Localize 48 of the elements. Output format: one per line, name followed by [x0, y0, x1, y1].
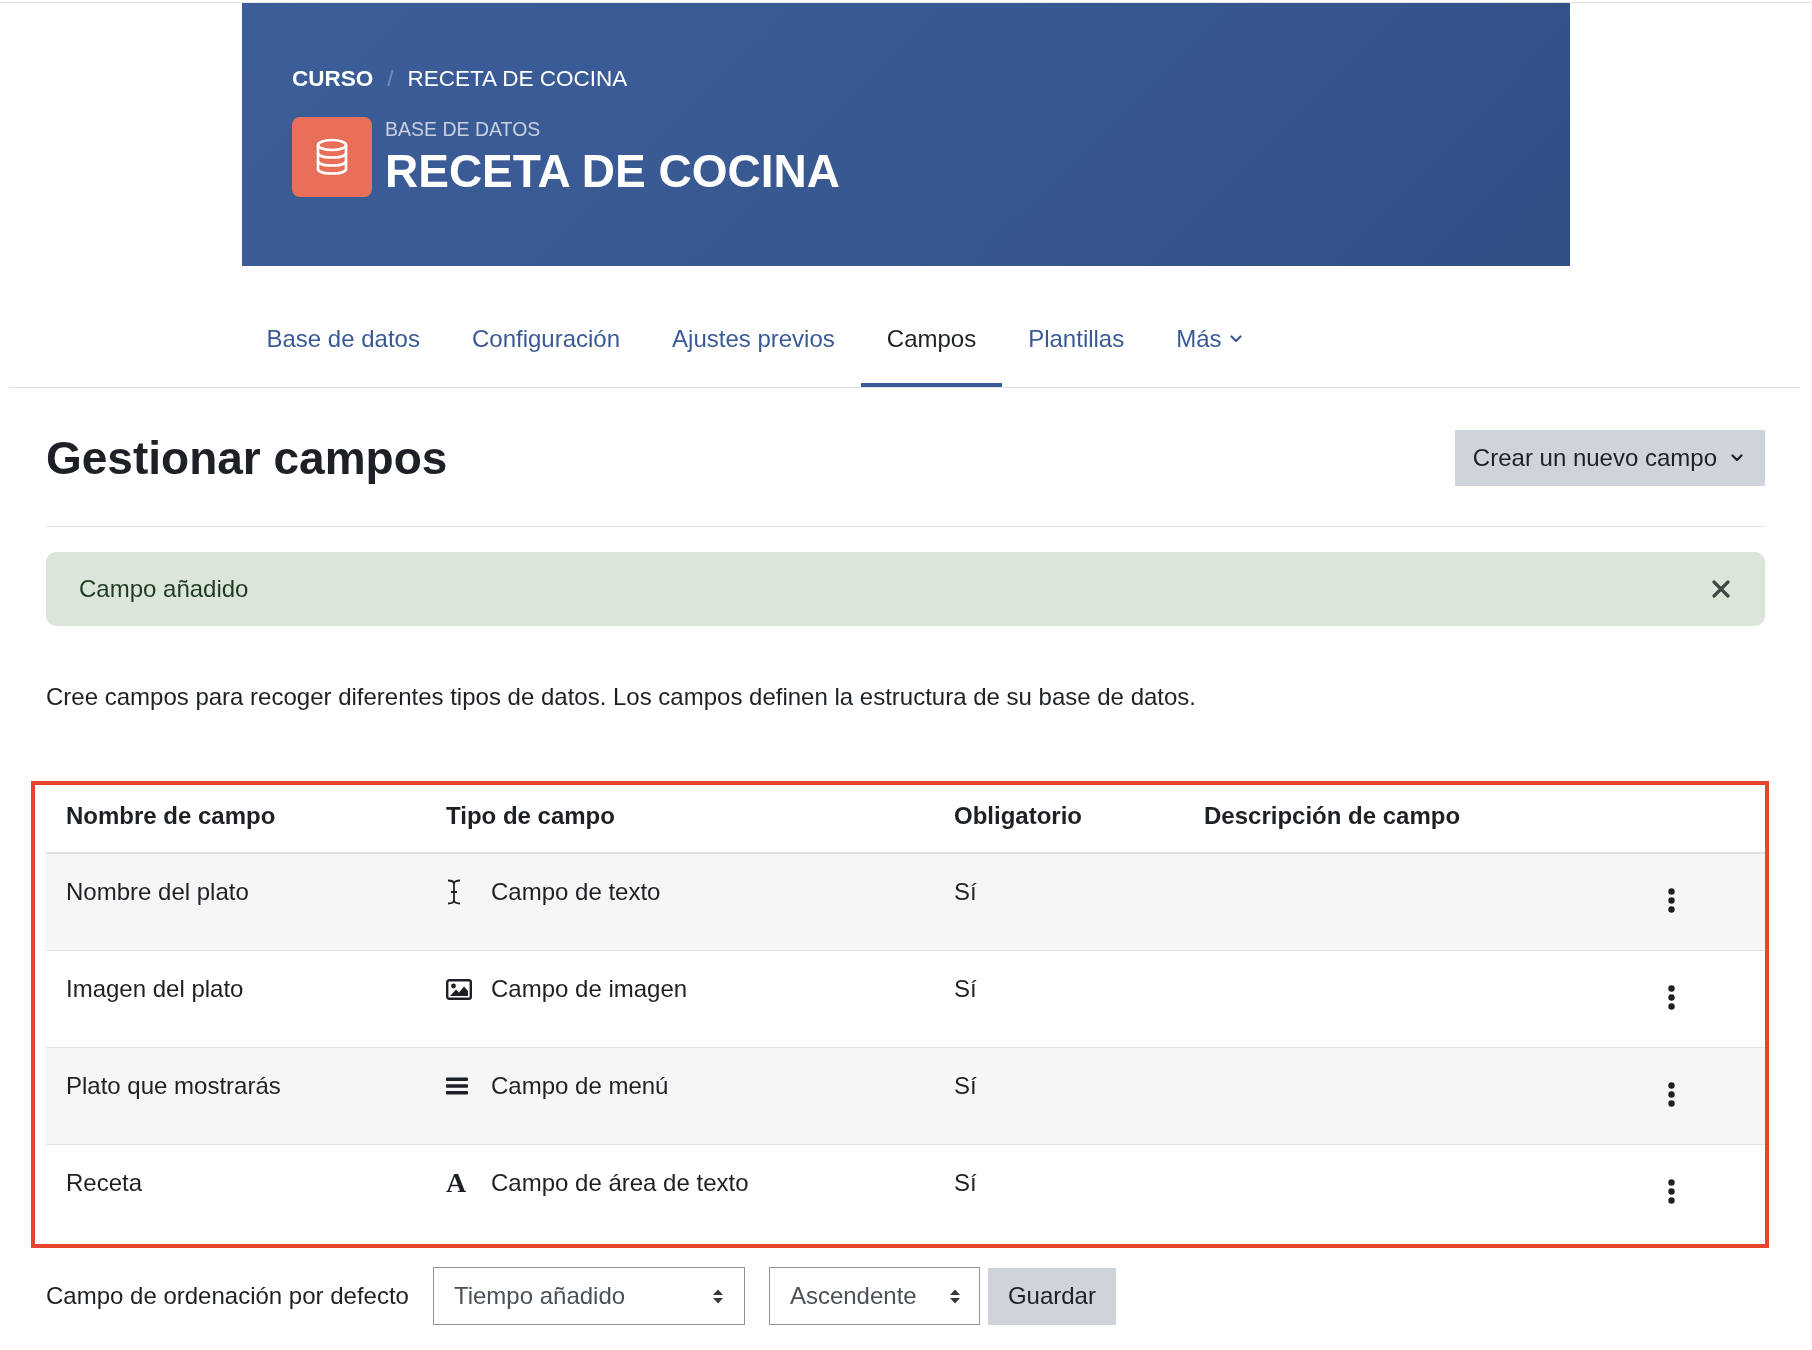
- column-header: Descripción de campo: [1203, 801, 1462, 831]
- table-cell: Sí: [954, 975, 977, 1002]
- close-icon: [1712, 580, 1730, 598]
- sort-arrows-icon: [711, 1287, 724, 1305]
- close-button[interactable]: [1712, 580, 1730, 598]
- vertical-dots-icon: [1668, 1082, 1675, 1107]
- nav-tab[interactable]: Base de datos: [240, 296, 446, 387]
- header-title: RECETA DE COCINA: [385, 145, 840, 197]
- sort-order-select[interactable]: Ascendente: [768, 1267, 980, 1325]
- table-cell: Sí: [954, 878, 977, 905]
- table-cell: Campo de menú: [491, 1072, 669, 1100]
- column-header: Nombre de campo: [65, 801, 277, 831]
- nav-tab[interactable]: Ajustes previos: [646, 296, 861, 387]
- nav-tab[interactable]: Campos: [860, 296, 1003, 387]
- vertical-dots-icon: [1668, 1179, 1675, 1204]
- save-button[interactable]: Guardar: [987, 1267, 1116, 1325]
- table-cell: Plato que mostrarás: [66, 1072, 281, 1099]
- text-cursor-icon: [446, 879, 462, 905]
- table-cell: Sí: [954, 1072, 977, 1099]
- nav-tab[interactable]: Plantillas: [1002, 296, 1151, 387]
- serif-letter-icon: A: [446, 1169, 467, 1197]
- alert-message: Campo añadido: [79, 575, 249, 603]
- column-header: Obligatorio: [953, 801, 1083, 831]
- table-cell: Imagen del plato: [66, 975, 244, 1002]
- table-cell: Campo de área de texto: [491, 1169, 749, 1197]
- breadcrumb-link[interactable]: CURSO: [292, 65, 374, 92]
- create-field-button[interactable]: Crear un nuevo campo: [1454, 430, 1765, 486]
- breadcrumb-current: RECETA DE COCINA: [407, 65, 628, 92]
- vertical-dots-icon: [1668, 888, 1675, 913]
- table-cell: Nombre del plato: [66, 878, 249, 905]
- table-cell: Receta: [66, 1169, 143, 1196]
- sort-label: Campo de ordenación por defecto: [46, 1282, 409, 1310]
- sort-arrows-icon: [948, 1287, 961, 1305]
- table-cell: Sí: [954, 1169, 977, 1196]
- intro-text: Cree campos para recoger diferentes tipos de datos. Los campos definen la estructura de su base de datos.: [46, 682, 1197, 712]
- table-cell: Campo de texto: [491, 878, 661, 906]
- column-header: Tipo de campo: [445, 801, 616, 831]
- nav-tab[interactable]: Más: [1150, 296, 1268, 387]
- image-icon: [446, 978, 472, 1000]
- vertical-dots-icon: [1668, 985, 1675, 1010]
- menu-icon: [446, 1077, 468, 1095]
- section-heading: Gestionar campos: [46, 431, 448, 485]
- sort-field-select[interactable]: Tiempo añadido: [432, 1267, 745, 1325]
- database-icon: [292, 117, 372, 197]
- activity-type-label: BASE DE DATOS: [385, 117, 542, 141]
- table-cell: Campo de imagen: [491, 975, 688, 1003]
- nav-tab[interactable]: Configuración: [445, 296, 647, 387]
- breadcrumb-separator: /: [387, 65, 394, 92]
